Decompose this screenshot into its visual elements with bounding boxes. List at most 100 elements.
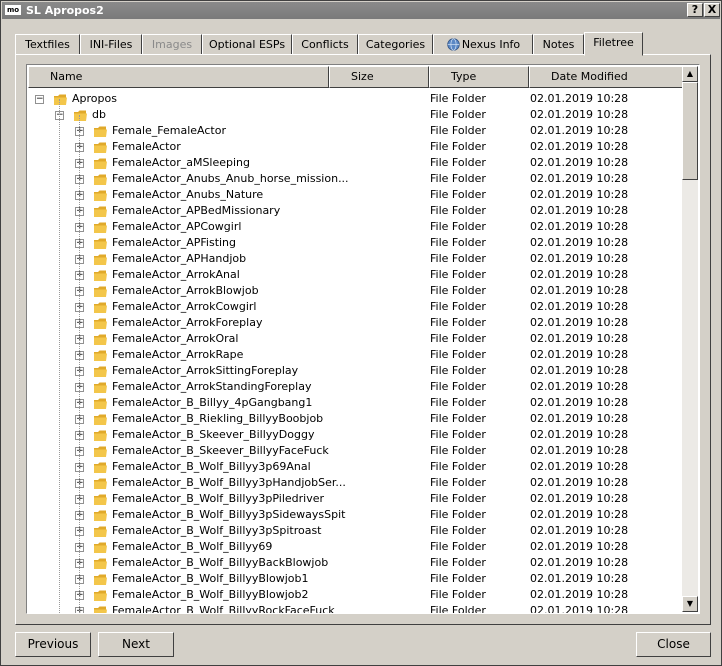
tree-row-type: File Folder: [430, 412, 486, 425]
tab-ini-files[interactable]: INI-Files: [80, 34, 142, 55]
column-date-modified[interactable]: Date Modified: [529, 66, 684, 88]
tree-row-name: FemaleActor_ArrokStandingForeplay: [112, 380, 312, 393]
tree-row-name: FemaleActor_APBedMissionary: [112, 204, 281, 217]
window-title: SL Apropos2: [26, 4, 104, 17]
tree-row-name: FemaleActor_B_Wolf_BillyyBlowjob2: [112, 588, 309, 601]
folder-icon: [74, 110, 87, 121]
title-bar[interactable]: mo SL Apropos2 ? X: [2, 2, 720, 19]
tree-row[interactable]: + FemaleActor_B_Riekling_BillyyBoobjob Fil…: [28, 411, 684, 427]
tree-row[interactable]: − Apropos File Folder 02.01.2019 10:28: [28, 91, 684, 107]
previous-button[interactable]: Previous: [15, 632, 91, 657]
tab-categories[interactable]: Categories: [358, 34, 433, 55]
column-name[interactable]: Name: [28, 66, 329, 88]
folder-icon: [94, 590, 107, 601]
tree-row[interactable]: + FemaleActor_B_Billyy_4pGangbang1 File Fo…: [28, 395, 684, 411]
tree-row[interactable]: + FemaleActor_ArrokForeplay File Folder 02.…: [28, 315, 684, 331]
filetree-view[interactable]: Name Size Type Date Modified − Apropos Fil…: [26, 64, 700, 614]
tree-row[interactable]: + FemaleActor_APHandjob File Folder 02.01.2…: [28, 251, 684, 267]
tree-row-type: File Folder: [430, 508, 486, 521]
folder-icon: [94, 158, 107, 169]
column-size[interactable]: Size: [329, 66, 429, 88]
tab-conflicts[interactable]: Conflicts: [292, 34, 358, 55]
tree-row-type: File Folder: [430, 572, 486, 585]
tree-row[interactable]: + FemaleActor_B_Wolf_Billyy3pSidewaysSpit…: [28, 507, 684, 523]
tree-row[interactable]: + FemaleActor_Anubs_Anub_horse_mission...…: [28, 171, 684, 187]
tab-images[interactable]: Images: [142, 34, 202, 55]
tree-row-date: 02.01.2019 10:28: [530, 124, 629, 137]
tree-row[interactable]: + FemaleActor_B_Wolf_BillyyBackBlowjob Fil…: [28, 555, 684, 571]
tree-row[interactable]: + FemaleActor_ArrokStandingForeplay File F…: [28, 379, 684, 395]
tree-row-date: 02.01.2019 10:28: [530, 252, 629, 265]
tree-row[interactable]: + FemaleActor_ArrokAnal File Folder 02.01.2…: [28, 267, 684, 283]
tree-row[interactable]: + FemaleActor_APCowgirl File Folder 02.01.2…: [28, 219, 684, 235]
tree-row-type: File Folder: [430, 204, 486, 217]
close-button[interactable]: Close: [636, 632, 711, 657]
scroll-down-icon[interactable]: ▼: [682, 596, 698, 612]
tree-row-type: File Folder: [430, 92, 486, 105]
tree-row-name: FemaleActor_ArrokRape: [112, 348, 244, 361]
tree-row[interactable]: + FemaleActor_B_Wolf_Billyy3pPiledriver Fi…: [28, 491, 684, 507]
tree-row[interactable]: + FemaleActor_ArrokBlowjob File Folder 02.0…: [28, 283, 684, 299]
folder-icon: [94, 542, 107, 553]
tree-row-name: FemaleActor_Anubs_Anub_horse_mission...: [112, 172, 349, 185]
tree-row[interactable]: + FemaleActor_B_Wolf_Billyy69 File Folder 0…: [28, 539, 684, 555]
folder-icon: [94, 238, 107, 249]
next-button[interactable]: Next: [98, 632, 174, 657]
tree-row[interactable]: + FemaleActor_B_Skeever_BillyyDoggy File F…: [28, 427, 684, 443]
tree-row[interactable]: + FemaleActor_B_Wolf_Billyy3pSpitroast Fil…: [28, 523, 684, 539]
folder-icon: [94, 398, 107, 409]
tree-row-date: 02.01.2019 10:28: [530, 140, 629, 153]
vertical-scrollbar[interactable]: ▲ ▼: [682, 66, 698, 612]
tree-row[interactable]: + FemaleActor_ArrokRape File Folder 02.01.2…: [28, 347, 684, 363]
tree-row-name: Apropos: [72, 92, 117, 105]
tree-row-name: FemaleActor_B_Wolf_Billyy3p69Anal: [112, 460, 311, 473]
tree-row[interactable]: + FemaleActor_B_Wolf_BillyyRockFaceFuck Fi…: [28, 603, 684, 614]
tree-row-type: File Folder: [430, 252, 486, 265]
tree-row[interactable]: + FemaleActor_APBedMissionary File Folder 0…: [28, 203, 684, 219]
folder-icon: [94, 126, 107, 137]
tree-row-name: FemaleActor_B_Wolf_Billyy3pSidewaysSpit: [112, 508, 346, 521]
tree-row-type: File Folder: [430, 332, 486, 345]
tree-row[interactable]: + FemaleActor_B_Wolf_Billyy3p69Anal File F…: [28, 459, 684, 475]
tab-nexus-info[interactable]: Nexus Info: [433, 34, 533, 55]
tree-row-name: FemaleActor_APHandjob: [112, 252, 247, 265]
tree-row-name: FemaleActor_B_Wolf_BillyyRockFaceFuck: [112, 604, 335, 614]
tab-optional-esps[interactable]: Optional ESPs: [202, 34, 292, 55]
tree-rows: − Apropos File Folder 02.01.2019 10:28− db Fi…: [28, 91, 684, 614]
tree-row[interactable]: + FemaleActor File Folder 02.01.2019 10:28: [28, 139, 684, 155]
scroll-thumb[interactable]: [682, 82, 698, 180]
tree-row[interactable]: − db File Folder 02.01.2019 10:28: [28, 107, 684, 123]
tree-row[interactable]: + FemaleActor_ArrokCowgirl File Folder 02.0…: [28, 299, 684, 315]
globe-icon: [447, 38, 460, 51]
tree-row-name: FemaleActor_ArrokSittingForeplay: [112, 364, 299, 377]
scroll-up-icon[interactable]: ▲: [682, 66, 698, 82]
tab-textfiles[interactable]: Textfiles: [15, 34, 80, 55]
tab-filetree[interactable]: Filetree: [584, 32, 643, 56]
tree-row[interactable]: + FemaleActor_B_Wolf_Billyy3pHandjobSer..…: [28, 475, 684, 491]
folder-icon: [94, 142, 107, 153]
tree-row[interactable]: + Female_FemaleActor File Folder 02.01.2019…: [28, 123, 684, 139]
minus-box-icon[interactable]: −: [35, 95, 44, 104]
help-button[interactable]: ?: [687, 3, 703, 17]
tree-row-type: File Folder: [430, 124, 486, 137]
mod-info-window: mo SL Apropos2 ? X Textfiles INI-Files I…: [0, 0, 722, 666]
tree-row[interactable]: + FemaleActor_B_Wolf_BillyyBlowjob2 File F…: [28, 587, 684, 603]
tree-row[interactable]: + FemaleActor_aMSleeping File Folder 02.01.…: [28, 155, 684, 171]
tree-row[interactable]: + FemaleActor_ArrokOral File Folder 02.01.2…: [28, 331, 684, 347]
tree-row[interactable]: + FemaleActor_APFisting File Folder 02.01.2…: [28, 235, 684, 251]
tree-row-name: FemaleActor_B_Billyy_4pGangbang1: [112, 396, 313, 409]
close-window-button[interactable]: X: [704, 3, 720, 17]
tree-row-type: File Folder: [430, 156, 486, 169]
column-type[interactable]: Type: [429, 66, 529, 88]
tree-row-type: File Folder: [430, 588, 486, 601]
tree-row-date: 02.01.2019 10:28: [530, 604, 629, 614]
tree-row-type: File Folder: [430, 268, 486, 281]
tab-notes[interactable]: Notes: [533, 34, 584, 55]
tree-row-date: 02.01.2019 10:28: [530, 348, 629, 361]
column-header: Name Size Type Date Modified: [28, 66, 684, 88]
tree-row[interactable]: + FemaleActor_Anubs_Nature File Folder 02.0…: [28, 187, 684, 203]
tree-row[interactable]: + FemaleActor_B_Wolf_BillyyBlowjob1 File F…: [28, 571, 684, 587]
tree-row[interactable]: + FemaleActor_B_Skeever_BillyyFaceFuck Fil…: [28, 443, 684, 459]
folder-icon: [94, 174, 107, 185]
tree-row[interactable]: + FemaleActor_ArrokSittingForeplay File Fo…: [28, 363, 684, 379]
